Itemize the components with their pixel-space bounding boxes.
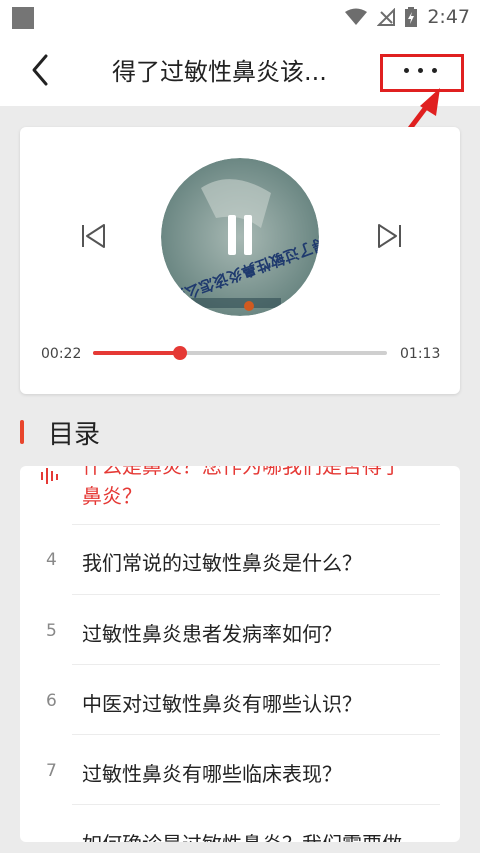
pause-button[interactable] [225, 213, 255, 257]
battery-icon [405, 7, 418, 27]
list-item-text: 如何确诊是过敏性鼻炎？我们需要做 [82, 828, 402, 842]
next-track-button[interactable] [375, 222, 403, 250]
list-item-text: 过敏性鼻炎患者发病率如何？ [82, 622, 342, 646]
status-bar: 2:47 [0, 0, 480, 34]
toc-list[interactable]: 什么是鼻炎？您作为哪我们是否得了 鼻炎？ 4 我们常说的过敏性鼻炎是什么？ 5 … [20, 466, 460, 842]
toc-header: 目录 [20, 412, 100, 452]
list-item[interactable]: 5 过敏性鼻炎患者发病率如何？ [20, 594, 460, 665]
list-item[interactable]: 4 我们常说的过敏性鼻炎是什么？ [20, 524, 460, 595]
no-signal-icon [377, 8, 396, 26]
playing-indicator-icon [41, 468, 58, 484]
page-title: 得了过敏性鼻炎该... [112, 58, 327, 86]
list-item-number: 7 [46, 761, 57, 781]
status-time: 2:47 [427, 6, 470, 28]
progress-fill [93, 351, 181, 355]
list-item-text: 中医对过敏性鼻炎有哪些认识？ [82, 692, 362, 716]
list-item-number: 4 [46, 550, 57, 570]
list-item-text-line2: 鼻炎？ [82, 484, 142, 508]
list-item[interactable]: 6 中医对过敏性鼻炎有哪些认识？ [20, 664, 460, 735]
list-item-text: 我们常说的过敏性鼻炎是什么？ [82, 551, 362, 575]
progress-thumb[interactable] [173, 346, 188, 360]
back-button[interactable] [22, 50, 62, 90]
wifi-icon [345, 8, 368, 25]
progress-slider[interactable] [93, 346, 387, 360]
list-item-number: 6 [46, 691, 57, 711]
list-item-number: 5 [46, 621, 57, 641]
current-time: 00:22 [41, 346, 82, 362]
list-item[interactable]: 7 过敏性鼻炎有哪些临床表现？ [20, 734, 460, 805]
status-icons: 2:47 [345, 6, 470, 28]
toc-title: 目录 [48, 419, 101, 450]
notification-icon [12, 7, 34, 29]
list-item-text: 过敏性鼻炎有哪些临床表现？ [82, 762, 342, 786]
list-item-current[interactable]: 什么是鼻炎？您作为哪我们是否得了 鼻炎？ [20, 466, 460, 526]
previous-track-button[interactable] [80, 222, 108, 250]
list-item-text-line1: 什么是鼻炎？您作为哪我们是否得了 [82, 466, 402, 478]
toc-accent-bar [20, 420, 24, 444]
album-cover: 得了过敏性鼻炎该怎么办？ [161, 158, 319, 316]
total-time: 01:13 [400, 346, 441, 362]
audio-player-card: 得了过敏性鼻炎该怎么办？ 00:22 01:13 [20, 127, 460, 394]
list-item[interactable]: 如何确诊是过敏性鼻炎？我们需要做 [20, 804, 460, 842]
